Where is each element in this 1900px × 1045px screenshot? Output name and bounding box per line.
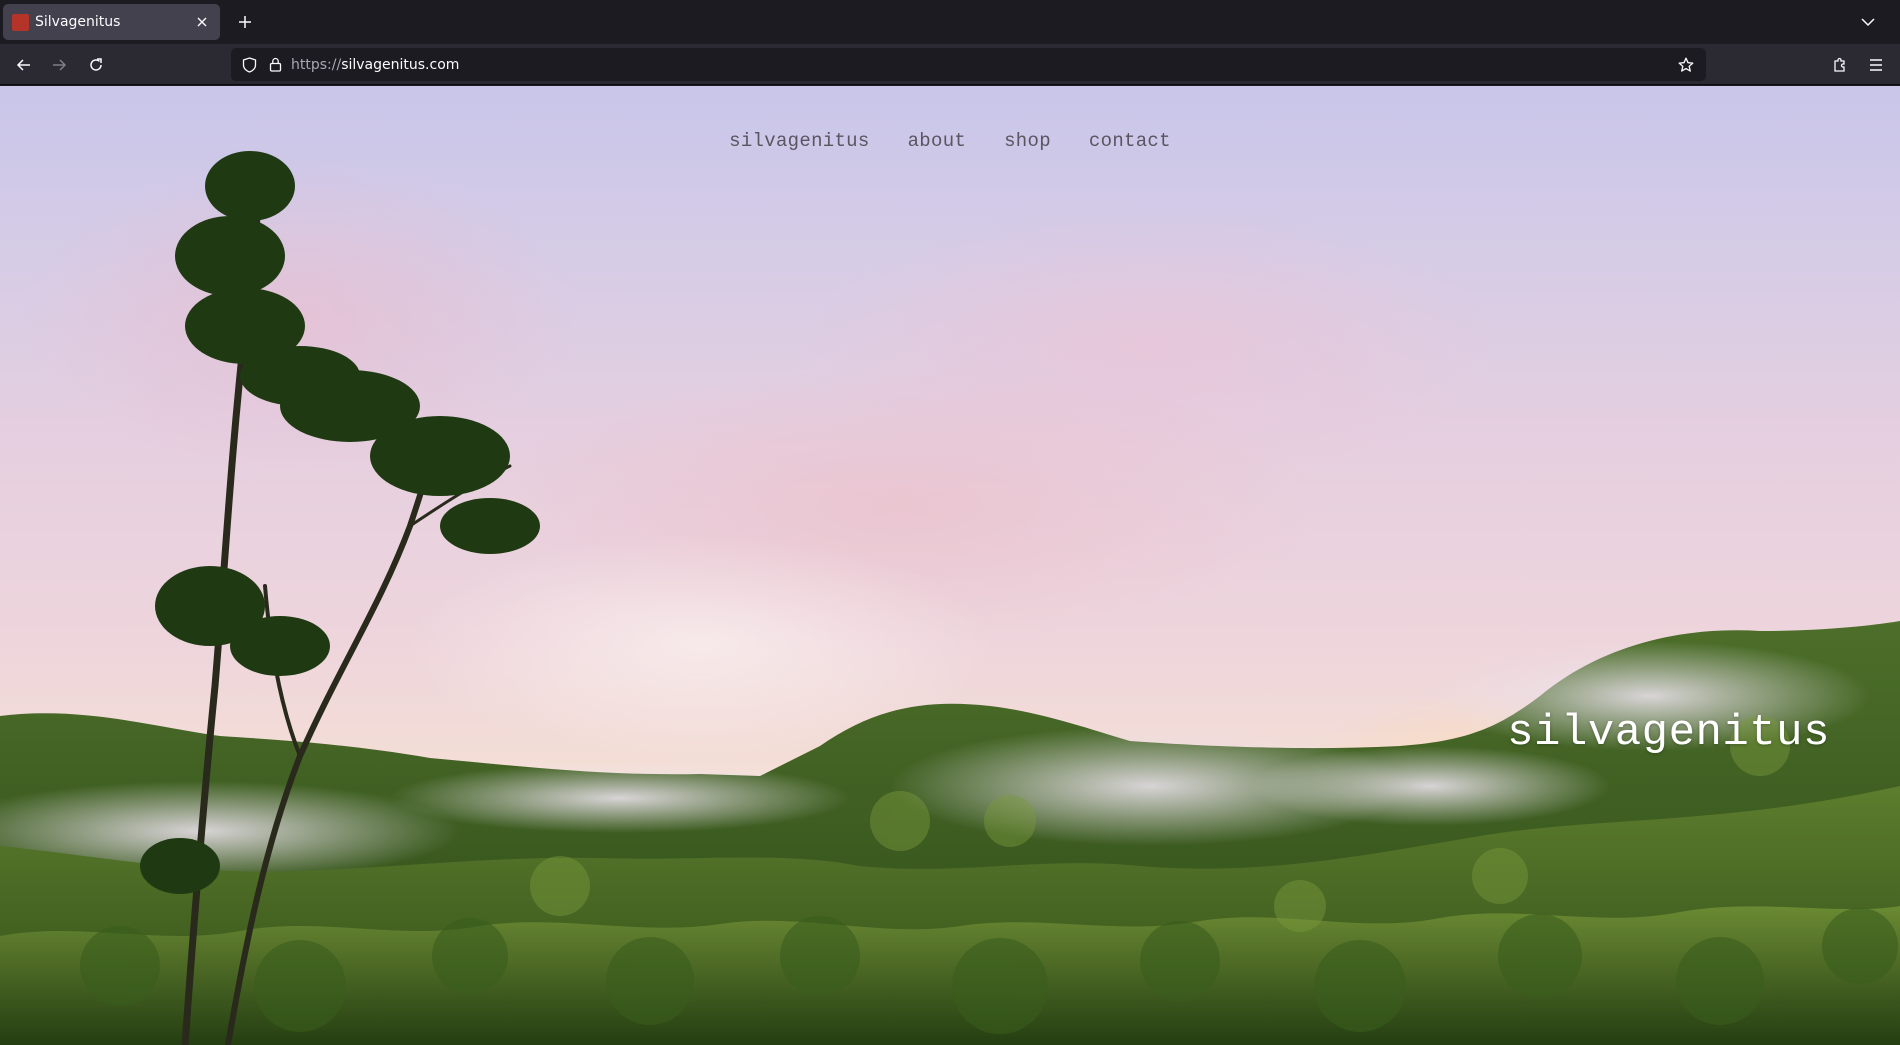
url-text[interactable]: https://silvagenitus.com bbox=[291, 57, 1674, 73]
back-button[interactable] bbox=[8, 49, 40, 81]
site-favicon-icon bbox=[12, 13, 29, 31]
reload-icon bbox=[90, 58, 102, 71]
browser-tab[interactable]: Silvagenitus bbox=[3, 4, 220, 40]
hero-brand-title: silvagenitus bbox=[1507, 708, 1830, 758]
nav-link-shop[interactable]: shop bbox=[1004, 130, 1051, 152]
address-bar[interactable]: https://silvagenitus.com bbox=[231, 48, 1706, 81]
star-icon bbox=[1678, 57, 1694, 72]
navigation-toolbar: https://silvagenitus.com bbox=[0, 44, 1900, 85]
list-all-tabs-button[interactable] bbox=[1854, 8, 1882, 36]
tab-strip: Silvagenitus bbox=[0, 0, 1900, 44]
puzzle-icon bbox=[1834, 57, 1845, 72]
url-host: silvagenitus.com bbox=[341, 56, 460, 73]
extensions-button[interactable] bbox=[1824, 49, 1856, 81]
tab-title: Silvagenitus bbox=[35, 14, 121, 30]
new-tab-button[interactable] bbox=[231, 8, 259, 36]
forward-button[interactable] bbox=[43, 49, 75, 81]
shield-icon[interactable] bbox=[239, 55, 259, 75]
hamburger-icon bbox=[1870, 59, 1882, 71]
bookmark-button[interactable] bbox=[1674, 53, 1698, 77]
reload-button[interactable] bbox=[80, 49, 112, 81]
close-icon[interactable] bbox=[191, 11, 213, 33]
chevron-down-icon bbox=[1861, 18, 1875, 27]
lock-icon[interactable] bbox=[265, 55, 285, 75]
nav-link-home[interactable]: silvagenitus bbox=[729, 130, 869, 152]
forest-landscape-image bbox=[0, 151, 1900, 1045]
forward-arrow-icon bbox=[53, 59, 67, 71]
app-menu-button[interactable] bbox=[1860, 49, 1892, 81]
nav-link-contact[interactable]: contact bbox=[1089, 130, 1171, 152]
url-scheme: https:// bbox=[291, 56, 342, 73]
plus-icon bbox=[239, 16, 251, 28]
page-viewport: silvagenitus about shop contact silvagen… bbox=[0, 86, 1900, 1045]
back-arrow-icon bbox=[16, 59, 30, 71]
site-navigation: silvagenitus about shop contact bbox=[0, 130, 1900, 152]
nav-link-about[interactable]: about bbox=[908, 130, 967, 152]
